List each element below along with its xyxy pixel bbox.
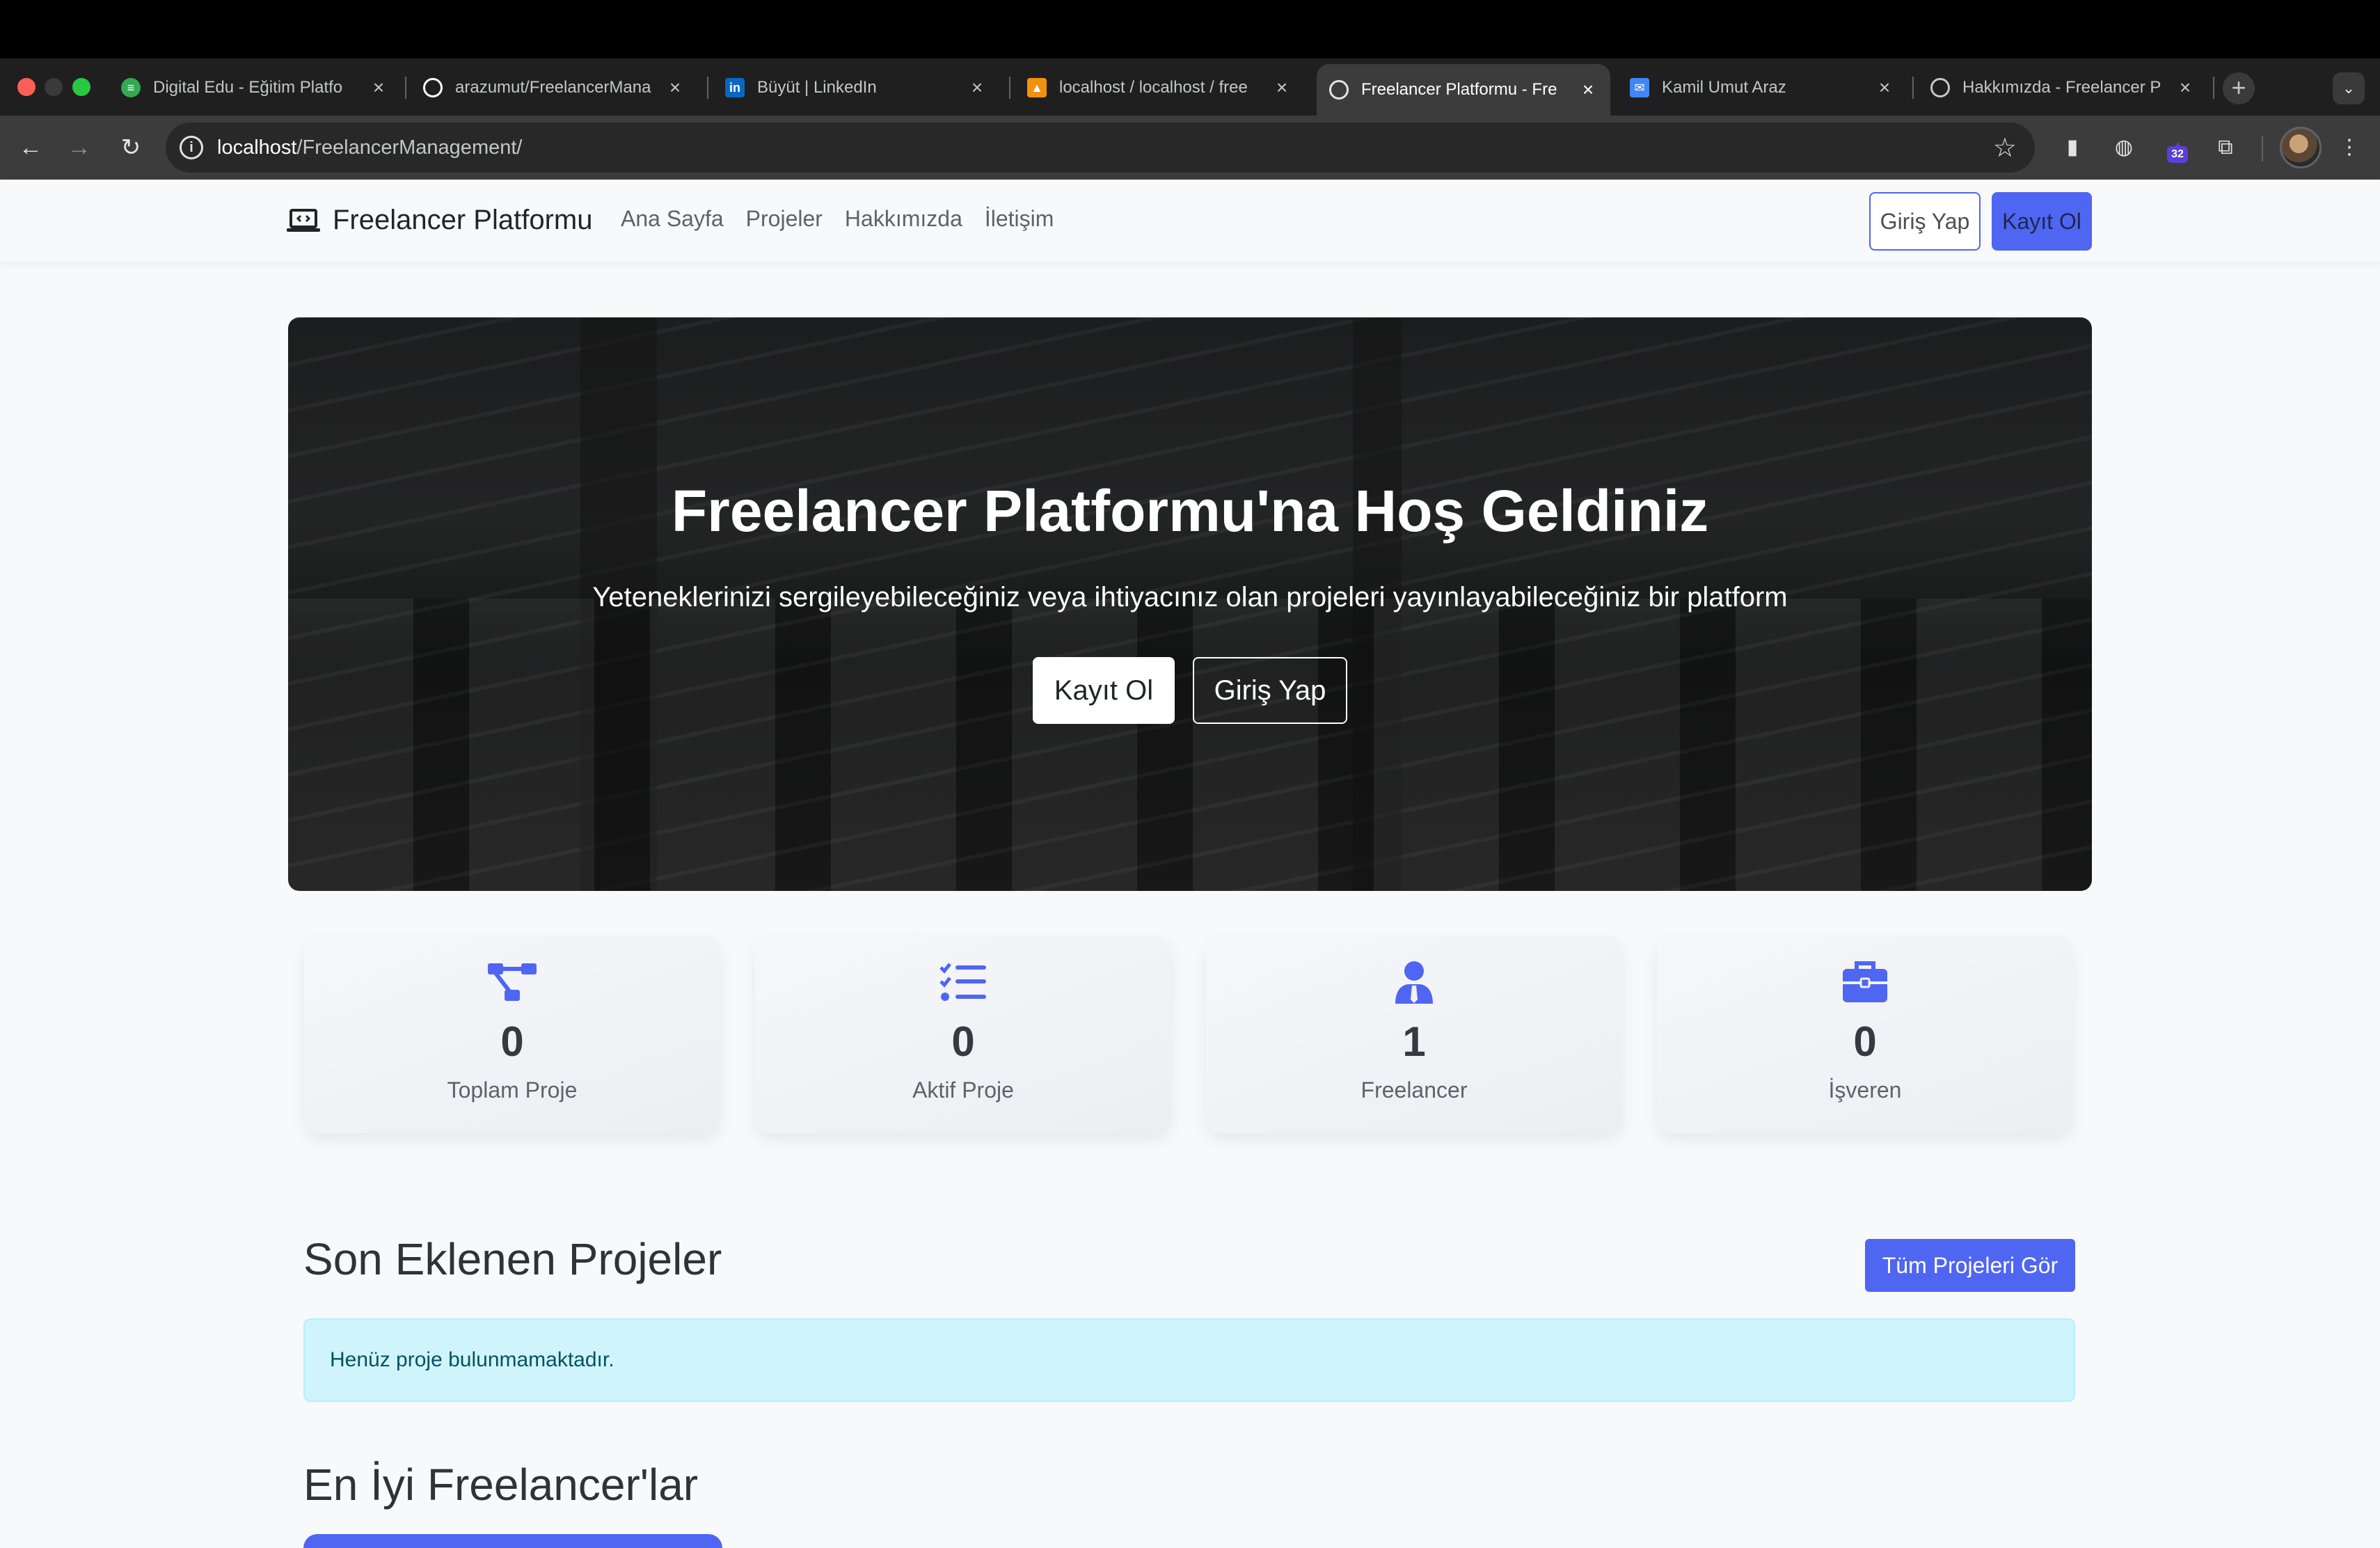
extension-badge: 32 xyxy=(2167,146,2188,163)
globe-icon xyxy=(1930,78,1950,97)
bookmark-star-icon[interactable]: ☆ xyxy=(1993,132,2017,164)
tab-title: arazumut/FreelancerMana xyxy=(455,78,651,97)
tab-close-icon[interactable]: × xyxy=(1272,77,1292,99)
new-tab-button[interactable]: + xyxy=(2223,72,2255,104)
hero-photo-desks xyxy=(288,599,2092,891)
nav-link-contact[interactable]: İletişim xyxy=(985,206,1054,232)
tab-close-icon[interactable]: × xyxy=(2175,77,2195,99)
back-arrow-icon[interactable]: ← xyxy=(14,131,47,164)
cookie-extension-icon[interactable]: ◍ xyxy=(2107,131,2141,164)
document-extension-icon[interactable]: ▮ xyxy=(2056,131,2089,164)
profile-avatar[interactable] xyxy=(2280,127,2322,168)
tab-close-icon[interactable]: × xyxy=(665,77,685,99)
hero-title: Freelancer Platformu'na Hoş Geldiniz xyxy=(671,478,1709,544)
forward-arrow-icon[interactable]: → xyxy=(63,131,96,164)
stat-card-freelancers: 1 Freelancer xyxy=(1206,935,1622,1133)
tab-separator xyxy=(1009,77,1010,99)
recent-projects-heading: Son Eklenen Projeler xyxy=(303,1234,722,1284)
stat-value: 0 xyxy=(1853,1018,1877,1065)
laptop-code-icon xyxy=(287,208,320,232)
project-diagram-icon xyxy=(488,963,537,1001)
tab-separator xyxy=(405,77,406,99)
nav-link-projects[interactable]: Projeler xyxy=(746,206,823,232)
puzzle-extensions-icon[interactable]: ⧉ xyxy=(2209,131,2242,164)
tasks-icon xyxy=(939,963,986,1001)
linkedin-icon: in xyxy=(725,78,745,97)
globe-icon xyxy=(1329,80,1349,100)
browser-tab-active[interactable]: Freelancer Platformu - Fre × xyxy=(1317,64,1610,116)
url-path: /FreelancerManagement/ xyxy=(296,136,523,159)
nav-link-about[interactable]: Hakkımızda xyxy=(845,206,962,232)
minimize-window-button[interactable] xyxy=(45,78,63,96)
top-freelancers-heading: En İyi Freelancer'lar xyxy=(303,1460,699,1510)
browser-tab[interactable]: Hakkımızda - Freelancer P × xyxy=(1918,67,2207,109)
tab-close-icon[interactable]: × xyxy=(1578,79,1598,101)
stat-label: Aktif Proje xyxy=(912,1077,1014,1103)
site-brand[interactable]: Freelancer Platformu xyxy=(287,205,592,236)
stat-card-active-projects: 0 Aktif Proje xyxy=(755,935,1171,1133)
hero-login-button[interactable]: Giriş Yap xyxy=(1193,657,1347,724)
register-button[interactable]: Kayıt Ol xyxy=(1992,192,2092,251)
stat-card-total-projects: 0 Toplam Proje xyxy=(304,935,720,1133)
tab-close-icon[interactable]: × xyxy=(369,77,388,99)
stat-value: 1 xyxy=(1402,1018,1426,1065)
github-icon xyxy=(423,78,443,97)
address-bar[interactable]: i localhost/FreelancerManagement/ ☆ xyxy=(166,123,2035,173)
tab-title: Büyüt | LinkedIn xyxy=(757,78,877,97)
view-all-projects-button[interactable]: Tüm Projeleri Gör xyxy=(1865,1239,2075,1292)
stack-icon: ≡ xyxy=(121,78,141,97)
tab-separator xyxy=(707,77,708,99)
tab-title: Kamil Umut Araz xyxy=(1662,78,1786,97)
tab-title: Digital Edu - Eğitim Platfo xyxy=(153,78,343,97)
brand-name: Freelancer Platformu xyxy=(333,205,593,235)
browser-tab[interactable]: ≡ Digital Edu - Eğitim Platfo × xyxy=(109,67,401,109)
hero-banner: Freelancer Platformu'na Hoş Geldiniz Yet… xyxy=(288,317,2092,891)
tab-close-icon[interactable]: × xyxy=(967,77,987,99)
url-host: localhost xyxy=(217,136,297,159)
freelancer-card[interactable] xyxy=(303,1534,722,1548)
phpmyadmin-icon: ▲ xyxy=(1027,78,1047,97)
window-titlebar xyxy=(0,0,2380,58)
maximize-window-button[interactable] xyxy=(72,78,90,96)
stat-label: Freelancer xyxy=(1360,1077,1468,1103)
tab-separator xyxy=(2213,77,2214,99)
reload-icon[interactable]: ↻ xyxy=(114,131,148,164)
tab-title: Freelancer Platformu - Fre xyxy=(1361,80,1557,99)
tab-search-button[interactable]: ⌄ xyxy=(2333,72,2365,104)
stat-label: Toplam Proje xyxy=(447,1077,578,1103)
no-projects-alert: Henüz proje bulunmamaktadır. xyxy=(303,1318,2075,1402)
tab-title: localhost / localhost / free xyxy=(1059,78,1248,97)
user-tie-icon xyxy=(1395,961,1433,1004)
nav-link-home[interactable]: Ana Sayfa xyxy=(621,206,724,232)
browser-tab[interactable]: ✉ Kamil Umut Araz × xyxy=(1617,67,1907,109)
tab-close-icon[interactable]: × xyxy=(1875,77,1894,99)
hero-register-button[interactable]: Kayıt Ol xyxy=(1033,657,1175,724)
url-text[interactable]: localhost/FreelancerManagement/ xyxy=(217,136,522,159)
browser-tab[interactable]: arazumut/FreelancerMana × xyxy=(411,67,697,109)
stat-card-employers: 0 İşveren xyxy=(1657,935,2073,1133)
briefcase-icon xyxy=(1843,961,1887,1002)
hero-subtitle: Yeteneklerinizi sergileyebileceğiniz vey… xyxy=(592,582,1788,613)
site-info-icon[interactable]: i xyxy=(180,136,203,159)
toolbar-divider xyxy=(2262,136,2263,161)
stat-label: İşveren xyxy=(1828,1077,1902,1103)
more-menu-icon[interactable]: ⋮ xyxy=(2333,131,2366,164)
login-button[interactable]: Giriş Yap xyxy=(1869,192,1981,251)
browser-tab[interactable]: ▲ localhost / localhost / free × xyxy=(1015,67,1304,109)
browser-tab[interactable]: in Büyüt | LinkedIn × xyxy=(713,67,999,109)
stat-value: 0 xyxy=(500,1018,524,1065)
stat-value: 0 xyxy=(951,1018,975,1065)
main-nav: Ana Sayfa Projeler Hakkımızda İletişim xyxy=(621,206,1054,232)
mail-icon: ✉ xyxy=(1630,78,1649,97)
close-window-button[interactable] xyxy=(17,78,35,96)
tab-separator xyxy=(1912,77,1914,99)
tab-title: Hakkımızda - Freelancer P xyxy=(1962,78,2161,97)
